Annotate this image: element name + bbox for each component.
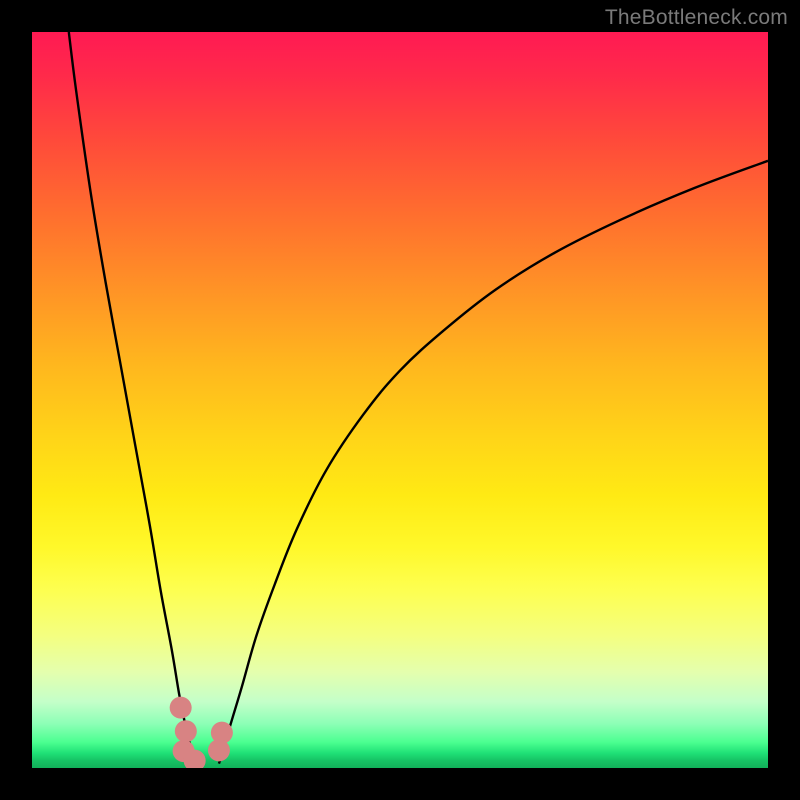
curves-layer bbox=[32, 32, 768, 768]
left-curve bbox=[69, 32, 196, 764]
right-curve bbox=[219, 161, 768, 764]
data-markers bbox=[170, 697, 233, 768]
data-marker bbox=[170, 697, 192, 719]
data-marker bbox=[175, 720, 197, 742]
watermark-text: TheBottleneck.com bbox=[605, 6, 788, 30]
plot-area bbox=[32, 32, 768, 768]
chart-frame: TheBottleneck.com bbox=[0, 0, 800, 800]
data-marker bbox=[208, 739, 230, 761]
